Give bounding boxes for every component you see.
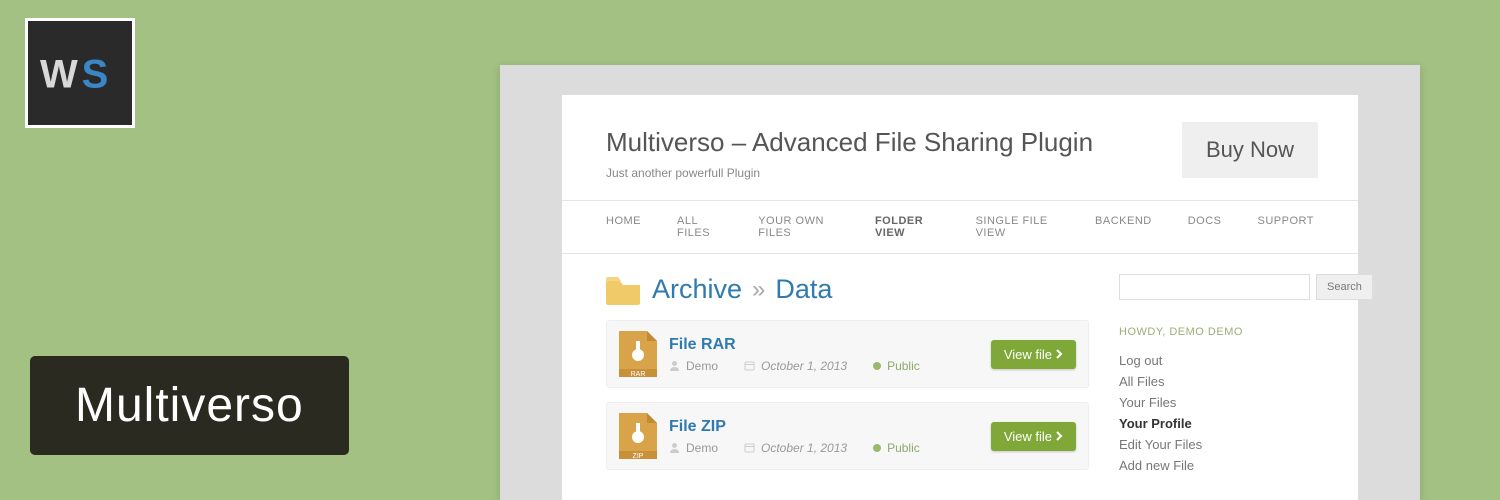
nav-item-docs[interactable]: DOCS: [1188, 201, 1222, 253]
status-dot-icon: [873, 444, 881, 452]
folder-icon: [606, 275, 642, 305]
sidebar: Search HOWDY, DEMO DEMO Log outAll Files…: [1119, 274, 1314, 484]
search-input[interactable]: [1119, 274, 1310, 300]
chevron-right-icon: [1056, 431, 1063, 441]
file-rar-icon: RAR: [619, 331, 657, 377]
breadcrumb-root[interactable]: Archive: [652, 274, 742, 305]
search-button[interactable]: Search: [1316, 274, 1373, 300]
status-dot-icon: [873, 362, 881, 370]
view-file-button[interactable]: View file: [991, 340, 1076, 369]
breadcrumb-current[interactable]: Data: [775, 274, 832, 305]
view-file-button[interactable]: View file: [991, 422, 1076, 451]
svg-text:RAR: RAR: [631, 371, 646, 377]
svg-text:ZIP: ZIP: [633, 453, 644, 459]
sidebar-link-all-files[interactable]: All Files: [1119, 371, 1314, 392]
file-date: October 1, 2013: [744, 441, 847, 455]
user-icon: [669, 442, 680, 453]
file-name-link[interactable]: File ZIP: [669, 418, 991, 436]
sidebar-link-your-files[interactable]: Your Files: [1119, 392, 1314, 413]
nav-item-all-files[interactable]: ALL FILES: [677, 201, 722, 253]
buy-now-button[interactable]: Buy Now: [1182, 122, 1318, 178]
site-header: Multiverso – Advanced File Sharing Plugi…: [562, 95, 1358, 200]
sidebar-link-edit-your-files[interactable]: Edit Your Files: [1119, 434, 1314, 455]
nav-item-home[interactable]: HOME: [606, 201, 641, 253]
main-nav: HOME ALL FILES YOUR OWN FILES FOLDER VIEW SI…: [562, 200, 1358, 254]
browser-frame: Multiverso – Advanced File Sharing Plugi…: [500, 65, 1420, 500]
file-date: October 1, 2013: [744, 359, 847, 373]
calendar-icon: [744, 360, 755, 371]
file-author: Demo: [669, 359, 718, 373]
main-content: Archive » Data RAR File RAR Demo October…: [606, 274, 1089, 484]
file-visibility: Public: [873, 359, 920, 373]
file-zip-icon: ZIP: [619, 413, 657, 459]
file-author: Demo: [669, 441, 718, 455]
nav-item-backend[interactable]: BACKEND: [1095, 201, 1152, 253]
file-row: ZIP File ZIP Demo October 1, 2013 Public…: [606, 402, 1089, 470]
chevron-right-icon: [1056, 349, 1063, 359]
file-visibility: Public: [873, 441, 920, 455]
ws-logo: WS: [25, 18, 135, 128]
product-title-badge: Multiverso: [30, 356, 349, 455]
nav-item-folder-view[interactable]: FOLDER VIEW: [875, 201, 940, 253]
howdy-greeting: HOWDY, DEMO DEMO: [1119, 326, 1314, 338]
file-row: RAR File RAR Demo October 1, 2013 Public…: [606, 320, 1089, 388]
breadcrumb-sep: »: [752, 276, 765, 304]
sidebar-links: Log outAll FilesYour FilesYour ProfileEd…: [1119, 350, 1314, 476]
nav-item-support[interactable]: SUPPORT: [1258, 201, 1314, 253]
user-icon: [669, 360, 680, 371]
nav-item-single-file-view[interactable]: SINGLE FILE VIEW: [976, 201, 1059, 253]
breadcrumb: Archive » Data: [606, 274, 1089, 305]
svg-text:W: W: [40, 52, 78, 96]
calendar-icon: [744, 442, 755, 453]
browser-content: Multiverso – Advanced File Sharing Plugi…: [562, 95, 1358, 500]
sidebar-link-your-profile[interactable]: Your Profile: [1119, 413, 1314, 434]
svg-text:S: S: [82, 52, 109, 96]
sidebar-link-log-out[interactable]: Log out: [1119, 350, 1314, 371]
product-title: Multiverso: [75, 379, 304, 432]
nav-item-your-own-files[interactable]: YOUR OWN FILES: [758, 201, 839, 253]
sidebar-link-add-new-file[interactable]: Add new File: [1119, 455, 1314, 476]
file-name-link[interactable]: File RAR: [669, 336, 991, 354]
